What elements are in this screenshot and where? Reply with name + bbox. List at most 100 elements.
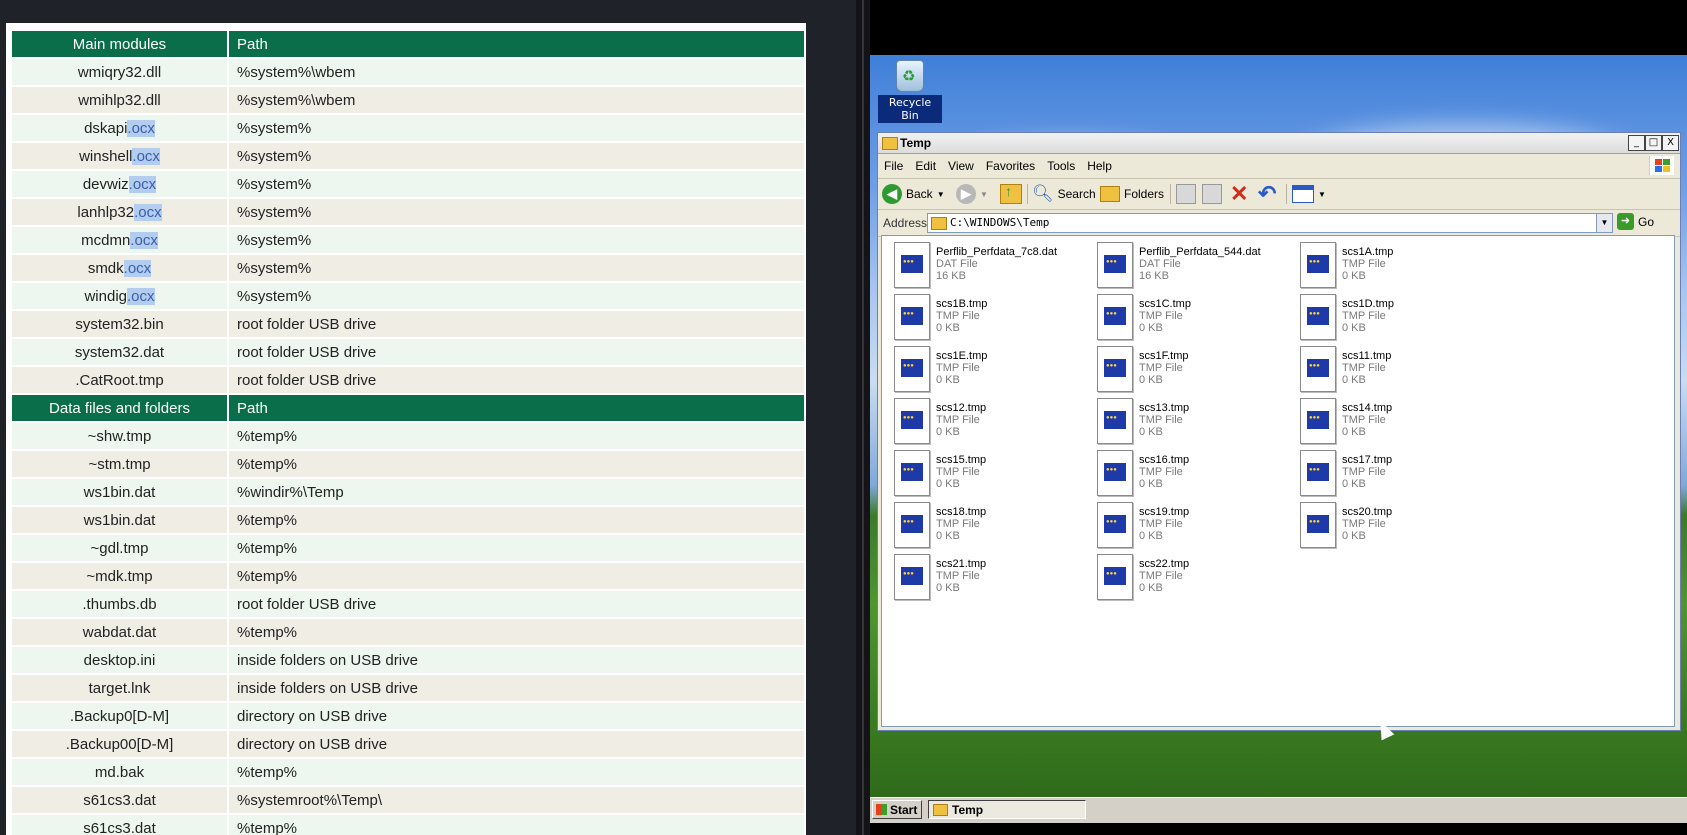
file-item[interactable]: scs11.tmpTMP File0 KB: [1296, 344, 1496, 396]
address-bar: Address C:\WINDOWS\Temp ▼ ➜ Go: [878, 210, 1680, 237]
menu-file[interactable]: File: [878, 154, 909, 173]
taskbar-item-temp[interactable]: Temp: [928, 800, 1086, 819]
file-item[interactable]: scs18.tmpTMP File0 KB: [890, 500, 1090, 552]
menu-edit[interactable]: Edit: [909, 154, 942, 173]
file-name: mcdmn: [81, 231, 131, 249]
file-path-cell: inside folders on USB drive: [228, 646, 806, 675]
search-button[interactable]: 🔍︎ Search: [1032, 183, 1096, 205]
file-icon: [1300, 242, 1336, 288]
forward-button[interactable]: ▶ ▼: [956, 183, 988, 205]
table-row: devwiz.ocx %system%: [12, 170, 806, 199]
close-button[interactable]: X: [1662, 135, 1679, 151]
views-button[interactable]: ▼: [1292, 183, 1326, 205]
file-type: TMP File: [1139, 466, 1183, 478]
maximize-button[interactable]: □: [1645, 135, 1662, 151]
file-path-cell: %temp%: [228, 450, 806, 479]
title-bar[interactable]: Temp _ □ X: [878, 133, 1680, 154]
file-name: Perflib_Perfdata_7c8.dat: [936, 246, 1058, 258]
move-to-icon: [1176, 184, 1196, 204]
file-name-cell: ~gdl.tmp: [12, 534, 229, 563]
file-icon: [1097, 502, 1133, 548]
go-label: Go: [1638, 214, 1655, 229]
file-item[interactable]: scs16.tmpTMP File0 KB: [1093, 448, 1293, 500]
delete-button[interactable]: ✕: [1230, 183, 1248, 205]
file-item[interactable]: scs1D.tmpTMP File0 KB: [1296, 292, 1496, 344]
file-type: DAT File: [936, 258, 978, 270]
file-item[interactable]: scs12.tmpTMP File0 KB: [890, 396, 1090, 448]
address-field[interactable]: C:\WINDOWS\Temp ▼: [927, 213, 1613, 233]
table-row: wmihlp32.dll %system%\wbem: [12, 86, 806, 115]
file-type: TMP File: [936, 466, 980, 478]
copy-to-button[interactable]: [1202, 183, 1222, 205]
file-item[interactable]: scs21.tmpTMP File0 KB: [890, 552, 1090, 604]
file-name: scs1E.tmp: [936, 350, 988, 362]
address-value: C:\WINDOWS\Temp: [950, 216, 1050, 229]
file-item[interactable]: scs17.tmpTMP File0 KB: [1296, 448, 1496, 500]
start-button[interactable]: Start: [872, 800, 922, 819]
menu-favorites[interactable]: Favorites: [980, 154, 1041, 173]
file-size: 0 KB: [1342, 322, 1366, 334]
file-name: winshell: [79, 147, 133, 165]
file-path-cell: root folder USB drive: [228, 310, 806, 339]
file-size: 0 KB: [936, 374, 960, 386]
file-extension-highlight: .ocx: [130, 231, 158, 249]
file-name-cell: .Backup00[D-M]: [12, 730, 229, 759]
file-icon: [1300, 398, 1336, 444]
menu-view[interactable]: View: [942, 154, 980, 173]
chevron-down-icon: ▼: [1318, 189, 1326, 199]
file-name: scs18.tmp: [936, 506, 987, 518]
go-button[interactable]: ➜ Go: [1617, 213, 1654, 230]
up-folder-button[interactable]: ↑: [1000, 183, 1022, 205]
file-name: scs14.tmp: [1342, 402, 1393, 414]
file-name: scs20.tmp: [1342, 506, 1393, 518]
file-type: TMP File: [1139, 570, 1183, 582]
file-item[interactable]: scs1C.tmpTMP File0 KB: [1093, 292, 1293, 344]
minimize-button[interactable]: _: [1628, 135, 1645, 151]
file-path-cell: directory on USB drive: [228, 730, 806, 759]
file-list-view[interactable]: Perflib_Perfdata_7c8.datDAT File16 KBPer…: [881, 235, 1675, 727]
undo-button[interactable]: ↶: [1258, 183, 1276, 205]
file-item[interactable]: scs19.tmpTMP File0 KB: [1093, 500, 1293, 552]
file-name: lanhlp32: [77, 203, 135, 221]
file-path-cell: root folder USB drive: [228, 590, 806, 619]
file-item[interactable]: scs20.tmpTMP File0 KB: [1296, 500, 1496, 552]
recycle-bin-shortcut[interactable]: ♻ Recycle Bin: [878, 60, 942, 123]
file-name-cell: .CatRoot.tmp: [12, 366, 229, 395]
file-item[interactable]: scs22.tmpTMP File0 KB: [1093, 552, 1293, 604]
file-item[interactable]: scs15.tmpTMP File0 KB: [890, 448, 1090, 500]
file-item[interactable]: scs14.tmpTMP File0 KB: [1296, 396, 1496, 448]
file-icon: [894, 398, 930, 444]
menu-help[interactable]: Help: [1081, 154, 1118, 173]
move-to-button[interactable]: [1176, 183, 1196, 205]
file-name: scs1A.tmp: [1342, 246, 1394, 258]
file-item[interactable]: Perflib_Perfdata_544.datDAT File16 KB: [1093, 240, 1293, 292]
file-icon: [1097, 450, 1133, 496]
file-item[interactable]: scs13.tmpTMP File0 KB: [1093, 396, 1293, 448]
file-size: 0 KB: [936, 426, 960, 438]
file-item[interactable]: scs1E.tmpTMP File0 KB: [890, 344, 1090, 396]
file-name: scs22.tmp: [1139, 558, 1190, 570]
file-icon: [894, 502, 930, 548]
file-icon: [894, 450, 930, 496]
table-row: ~gdl.tmp %temp%: [12, 534, 806, 563]
file-name: devwiz: [82, 175, 129, 193]
file-item[interactable]: scs1B.tmpTMP File0 KB: [890, 292, 1090, 344]
file-path-cell: %system%: [228, 226, 806, 255]
file-icon: [894, 294, 930, 340]
table-row: s61cs3.dat %systemroot%\Temp\: [12, 786, 806, 815]
file-path-cell: %temp%: [228, 506, 806, 535]
file-name: scs1B.tmp: [936, 298, 988, 310]
folders-button[interactable]: Folders: [1100, 183, 1164, 205]
back-button[interactable]: ◀ Back ▼: [882, 183, 945, 205]
table-row: windig.ocx %system%: [12, 282, 806, 311]
table-row: ws1bin.dat %temp%: [12, 506, 806, 535]
file-path-cell: inside folders on USB drive: [228, 674, 806, 703]
file-item[interactable]: scs1F.tmpTMP File0 KB: [1093, 344, 1293, 396]
file-item[interactable]: Perflib_Perfdata_7c8.datDAT File16 KB: [890, 240, 1090, 292]
file-name-cell: winshell.ocx: [12, 142, 229, 171]
address-dropdown-button[interactable]: ▼: [1596, 214, 1612, 232]
menu-tools[interactable]: Tools: [1041, 154, 1081, 173]
file-size: 16 KB: [1139, 270, 1169, 282]
file-path-cell: directory on USB drive: [228, 702, 806, 731]
file-item[interactable]: scs1A.tmpTMP File0 KB: [1296, 240, 1496, 292]
